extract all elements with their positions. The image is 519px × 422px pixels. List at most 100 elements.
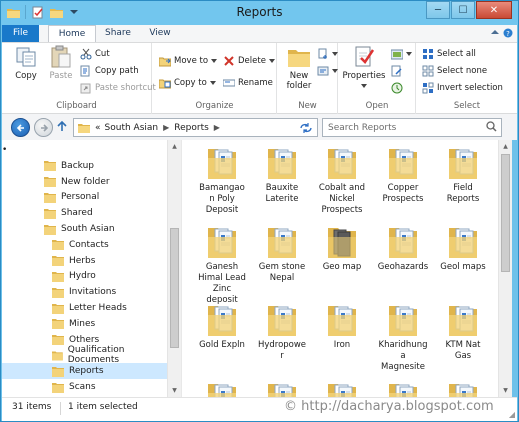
folder-tile-item-18[interactable] bbox=[372, 381, 434, 397]
minimize-ribbon-icon[interactable] bbox=[491, 28, 499, 41]
arrow-up-icon bbox=[57, 120, 67, 131]
select-all-icon bbox=[422, 48, 434, 60]
nav-item-mines[interactable]: Mines bbox=[2, 316, 167, 332]
folder-tile-geohazards[interactable]: Geohazards bbox=[372, 225, 434, 273]
folder-tile-field-reports[interactable]: Field Reports bbox=[432, 146, 494, 205]
scroll-up-arrow-icon[interactable]: ▲ bbox=[499, 140, 512, 153]
nav-item-personal[interactable]: Personal bbox=[2, 189, 167, 205]
folder-icon bbox=[266, 303, 298, 337]
easy-access-button[interactable] bbox=[317, 64, 338, 78]
folder-tile-item-16[interactable] bbox=[251, 381, 313, 397]
move-to-button[interactable]: Move to bbox=[159, 54, 218, 68]
file-pane-scrollbar[interactable]: ▲ ▼ bbox=[498, 140, 512, 397]
nav-item-label: Mines bbox=[69, 318, 96, 329]
tab-home[interactable]: Home bbox=[48, 25, 96, 43]
breadcrumb-separator-icon[interactable]: ▶ bbox=[160, 123, 172, 132]
folder-tile-gem-stone-nepal[interactable]: Gem stone Nepal bbox=[251, 225, 313, 284]
clipboard-group-label: Clipboard bbox=[56, 101, 97, 111]
nav-item-invitations[interactable]: Invitations bbox=[2, 284, 167, 300]
folder-tile-item-17[interactable] bbox=[311, 381, 373, 397]
back-button[interactable] bbox=[11, 118, 30, 137]
open-button[interactable] bbox=[391, 47, 412, 61]
new-item-button[interactable] bbox=[317, 47, 338, 61]
nav-item-south-asian[interactable]: South Asian bbox=[2, 221, 167, 237]
history-button[interactable] bbox=[391, 81, 403, 95]
edit-button[interactable] bbox=[391, 64, 403, 78]
folder-tile-item-15[interactable] bbox=[191, 381, 253, 397]
rename-button[interactable]: Rename bbox=[223, 76, 273, 90]
help-icon[interactable]: ? bbox=[503, 28, 513, 41]
tab-share[interactable]: Share bbox=[98, 25, 138, 42]
nav-item-hydro[interactable]: Hydro bbox=[2, 268, 167, 284]
search-icon[interactable] bbox=[486, 121, 497, 135]
nav-pane-scrollbar[interactable]: ▲ ▼ bbox=[167, 140, 181, 397]
copy-button[interactable]: Copy bbox=[9, 45, 43, 81]
nav-item-shared[interactable]: Shared bbox=[2, 205, 167, 221]
refresh-button[interactable] bbox=[294, 118, 318, 137]
breadcrumb-overflow[interactable]: « bbox=[93, 123, 103, 133]
nav-item-label: Herbs bbox=[69, 255, 96, 266]
folder-tile-gold-expln[interactable]: Gold Expln bbox=[191, 303, 253, 351]
folder-tile-copper-prospects[interactable]: Copper Prospects bbox=[372, 146, 434, 205]
nav-item-letter-heads[interactable]: Letter Heads bbox=[2, 300, 167, 316]
nav-item-qualification-documents[interactable]: Qualification Documents bbox=[2, 345, 167, 365]
tab-view[interactable]: View bbox=[142, 25, 178, 42]
folder-tile-item-19[interactable] bbox=[432, 381, 494, 397]
folder-tile-hydropower[interactable]: Hydropowe r bbox=[251, 303, 313, 362]
select-all-button[interactable]: Select all bbox=[422, 47, 476, 61]
nav-scroll-thumb[interactable] bbox=[170, 228, 179, 348]
scissors-icon bbox=[80, 48, 92, 60]
file-scroll-thumb[interactable] bbox=[501, 154, 510, 272]
new-folder-button[interactable]: New folder bbox=[282, 45, 316, 91]
breadcrumb-south-asian[interactable]: South Asian bbox=[103, 123, 161, 133]
nav-item-backup[interactable]: Backup bbox=[2, 158, 167, 174]
folder-tile-iron[interactable]: Iron bbox=[311, 303, 373, 351]
select-group: Select all Select none Invert selection … bbox=[417, 43, 517, 114]
organize-group: Move to Copy to Delete Rename Organize bbox=[153, 43, 277, 114]
maximize-button[interactable]: ☐ bbox=[451, 1, 475, 19]
nav-item-reports[interactable]: Reports bbox=[2, 363, 167, 380]
nav-item-scans[interactable]: Scans bbox=[2, 379, 167, 395]
nav-item-herbs[interactable]: Herbs bbox=[2, 253, 167, 269]
folder-icon bbox=[44, 208, 56, 219]
resize-grip-icon[interactable]: ◢ bbox=[509, 410, 515, 419]
forward-button[interactable] bbox=[34, 118, 53, 137]
copy-to-button[interactable]: Copy to bbox=[159, 76, 216, 90]
folder-tile-geo-map[interactable]: Geo map bbox=[311, 225, 373, 273]
chevron-down-icon bbox=[332, 69, 338, 73]
nav-item-new-folder[interactable]: New folder bbox=[2, 174, 167, 190]
copy-path-button[interactable]: Copy path bbox=[80, 64, 139, 78]
breadcrumb-separator-icon[interactable]: ▶ bbox=[211, 123, 223, 132]
folder-tile-ganesh-himal-lead-zinc-deposit[interactable]: Ganesh Himal Lead Zinc deposit bbox=[191, 225, 253, 306]
properties-button[interactable]: Properties bbox=[341, 45, 387, 91]
nav-item-contacts[interactable]: Contacts bbox=[2, 237, 167, 253]
search-input[interactable] bbox=[323, 120, 483, 135]
minimize-button[interactable]: ─ bbox=[426, 1, 450, 19]
address-bar[interactable]: « South Asian ▶ Reports ▶ ▼ bbox=[73, 118, 318, 137]
scroll-down-arrow-icon[interactable]: ▼ bbox=[168, 384, 181, 397]
breadcrumb-reports[interactable]: Reports bbox=[172, 123, 211, 133]
select-none-button[interactable]: Select none bbox=[422, 64, 487, 78]
paste-shortcut-button[interactable]: Paste shortcut bbox=[80, 81, 156, 95]
folder-tile-bamangaon-poly-deposit[interactable]: Bamangao n Poly Deposit bbox=[191, 146, 253, 216]
folder-tile-cobalt-and-nickel-prospects[interactable]: Cobalt and Nickel Prospects bbox=[311, 146, 373, 216]
folder-tile-geol-maps[interactable]: Geol maps bbox=[432, 225, 494, 273]
close-button[interactable]: ✕ bbox=[476, 1, 512, 19]
delete-button[interactable]: Delete bbox=[223, 54, 275, 68]
nav-item-label: Backup bbox=[61, 160, 94, 171]
paste-button[interactable]: Paste bbox=[44, 45, 78, 81]
tab-file[interactable]: File bbox=[2, 25, 39, 42]
folder-tile-kharidhunga-magnesite[interactable]: Kharidhung a Magnesite bbox=[372, 303, 434, 373]
up-button[interactable] bbox=[57, 120, 67, 135]
folder-tile-bauxite-laterite[interactable]: Bauxite Laterite bbox=[251, 146, 313, 205]
nav-item-label: Letter Heads bbox=[69, 303, 127, 313]
scroll-down-arrow-icon[interactable]: ▼ bbox=[499, 384, 512, 397]
invert-selection-button[interactable]: Invert selection bbox=[422, 81, 503, 95]
folder-tile-ktm-nat-gas[interactable]: KTM Nat Gas bbox=[432, 303, 494, 362]
folder-tile-label-line: Gold Expln bbox=[199, 340, 245, 350]
nav-item-root[interactable]: • bbox=[2, 142, 167, 158]
arrow-right-icon bbox=[40, 123, 48, 132]
scroll-up-arrow-icon[interactable]: ▲ bbox=[168, 140, 181, 153]
folder-tile-label-line: Gem stone bbox=[258, 262, 306, 272]
cut-button[interactable]: Cut bbox=[80, 47, 110, 61]
